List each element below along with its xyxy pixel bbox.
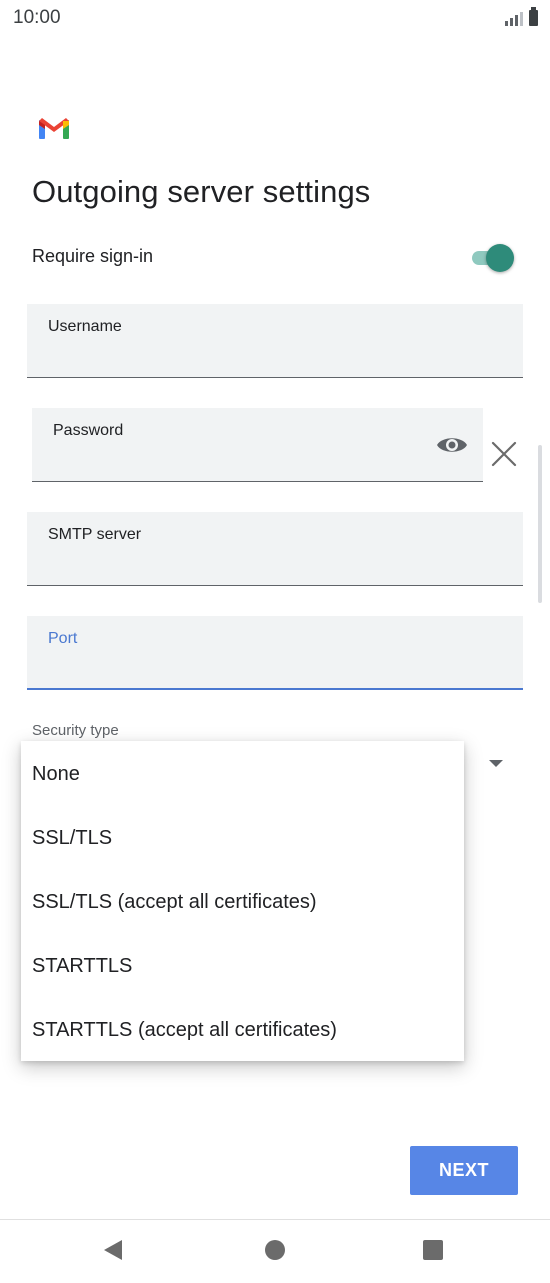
signal-icon (505, 10, 523, 26)
scrollbar[interactable] (538, 445, 542, 603)
home-icon[interactable] (265, 1240, 285, 1260)
port-field[interactable]: Port (27, 616, 523, 690)
back-icon[interactable] (104, 1240, 122, 1260)
security-type-label: Security type (32, 722, 119, 739)
dropdown-arrow-icon[interactable] (489, 760, 503, 767)
menu-item-ssl-tls[interactable]: SSL/TLS (32, 823, 112, 853)
close-icon[interactable] (490, 440, 518, 468)
recents-icon[interactable] (423, 1240, 443, 1260)
menu-item-starttls[interactable]: STARTTLS (32, 951, 132, 981)
smtp-server-field[interactable]: SMTP server (27, 512, 523, 586)
username-field[interactable]: Username (27, 304, 523, 378)
menu-item-none[interactable]: None (32, 759, 80, 789)
menu-item-ssl-tls-accept-all[interactable]: SSL/TLS (accept all certificates) (32, 887, 317, 917)
status-time: 10:00 (13, 7, 61, 28)
username-label: Username (48, 318, 122, 335)
status-icons (505, 7, 538, 26)
smtp-server-label: SMTP server (48, 526, 142, 543)
password-label: Password (53, 422, 124, 439)
password-field[interactable]: Password (32, 408, 483, 482)
require-signin-toggle[interactable] (470, 244, 516, 272)
require-signin-label: Require sign-in (32, 246, 154, 266)
gmail-logo (39, 118, 69, 139)
security-type-menu: None SSL/TLS SSL/TLS (accept all certifi… (21, 741, 464, 1061)
battery-icon (529, 7, 538, 26)
port-label: Port (48, 630, 78, 647)
next-button[interactable]: NEXT (410, 1146, 518, 1195)
nav-divider (0, 1219, 550, 1220)
menu-item-starttls-accept-all[interactable]: STARTTLS (accept all certificates) (32, 1015, 337, 1045)
page-title: Outgoing server settings (32, 174, 371, 209)
eye-icon[interactable] (436, 433, 468, 457)
